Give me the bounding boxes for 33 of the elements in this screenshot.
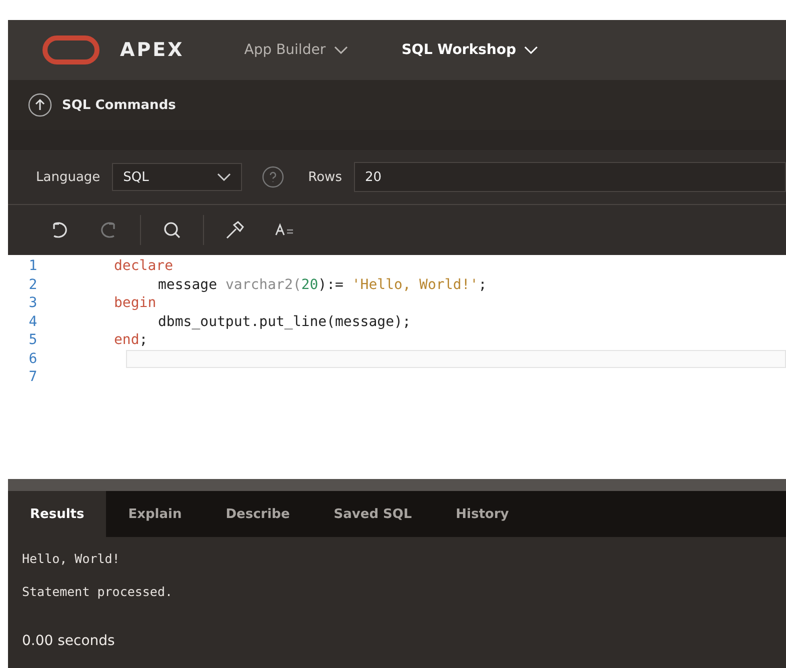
results-tab[interactable]: Results (8, 491, 106, 537)
brand-name: APEX (120, 39, 184, 61)
caret-icon (524, 46, 538, 54)
line-number: 1 (28, 258, 38, 274)
logo-icon (42, 35, 100, 65)
rows-label: Rows (308, 170, 342, 184)
code-line: end; (113, 331, 149, 350)
code-line: declare (113, 257, 174, 276)
language-select[interactable]: SQL (112, 163, 242, 191)
nav-menu[interactable]: App Builder (244, 42, 348, 58)
line-number: 7 (28, 369, 38, 386)
output-line: Hello, World! (22, 551, 121, 566)
nav-menu[interactable]: SQL Workshop (402, 42, 538, 58)
page-title: SQL Commands (62, 98, 176, 112)
help-icon[interactable] (262, 166, 284, 188)
results-tab[interactable]: Saved SQL (312, 491, 434, 537)
code-line: begin (113, 294, 158, 312)
line-number: 3 (28, 295, 38, 312)
output-line: Statement processed. (22, 584, 174, 599)
elapsed-time: 0.00 seconds (22, 633, 116, 649)
results-tab[interactable]: History (434, 491, 531, 537)
rows-input[interactable]: 20 (354, 162, 786, 192)
language-label: Language (36, 170, 100, 184)
results-tab[interactable]: Describe (204, 491, 312, 537)
line-number: 4 (28, 314, 38, 330)
code-line: message varchar2(20):= 'Hello, World!'; (157, 276, 488, 294)
results-tab[interactable]: Explain (106, 491, 204, 537)
line-number: 6 (28, 350, 38, 367)
line-number: 5 (28, 332, 38, 348)
line-number: 2 (28, 276, 38, 293)
code-line: dbms_output.put_line(message); (157, 312, 412, 331)
caret-icon (334, 46, 348, 54)
caret-icon (217, 173, 232, 181)
